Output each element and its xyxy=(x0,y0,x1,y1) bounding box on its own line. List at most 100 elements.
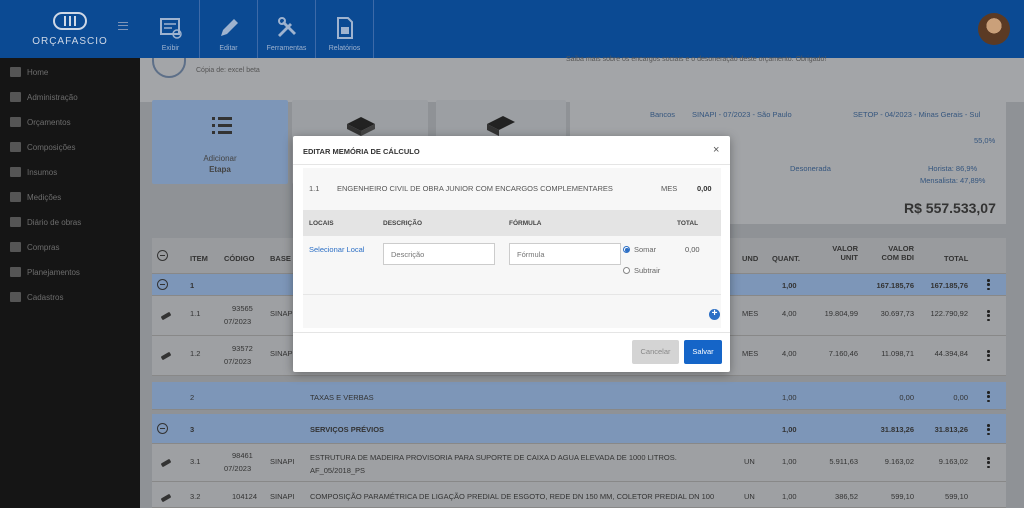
table-row[interactable]: 3.1 98461 07/2023 SINAPI ESTRUTURA DE MA… xyxy=(152,444,1006,482)
row-quant: 4,00 xyxy=(782,309,797,318)
sidebar-item-composicoes[interactable]: Composições xyxy=(10,142,75,152)
sidebar-item-diario[interactable]: Diário de obras xyxy=(10,217,81,227)
row-menu-icon[interactable] xyxy=(987,350,990,361)
table-row[interactable]: 2 TAXAS E VERBAS 1,00 0,00 0,00 xyxy=(152,382,1006,410)
radio-subtrair-label: Subtrair xyxy=(634,266,661,275)
select-local-link[interactable]: Selecionar Local xyxy=(309,245,364,254)
toolbar-reports-button[interactable]: Relatórios xyxy=(316,0,374,58)
row-menu-icon[interactable] xyxy=(987,391,990,402)
row-menu-icon[interactable] xyxy=(987,279,990,290)
row-vbdi: 31.813,26 xyxy=(880,425,914,434)
row-menu-icon[interactable] xyxy=(987,457,990,468)
col-base: BASE xyxy=(270,254,291,263)
edit-row-icon[interactable] xyxy=(160,351,172,361)
row-item: 2 xyxy=(190,393,195,402)
toolbar-edit-button[interactable]: Editar xyxy=(200,0,258,58)
sidebar-item-planejamentos[interactable]: Planejamentos xyxy=(10,267,80,277)
add-stage-card[interactable]: Adicionar Etapa xyxy=(152,100,288,184)
row-menu-icon[interactable] xyxy=(987,424,990,435)
row-vbdi: 9.163,02 xyxy=(884,457,914,466)
row-vbdi: 0,00 xyxy=(899,393,914,402)
memory-table-header: LOCAIS DESCRIÇÃO FÓRMULA TOTAL xyxy=(303,210,721,236)
formula-input[interactable] xyxy=(509,243,621,265)
row-codigo[interactable]: 104124 xyxy=(232,492,257,501)
pencil-icon xyxy=(220,19,238,36)
table-row[interactable]: 3.2 104124 SINAPI COMPOSIÇÃO PARAMÉTRICA… xyxy=(152,482,1006,508)
item-value: 0,00 xyxy=(697,184,712,193)
sidebar-item-insumos[interactable]: Insumos xyxy=(10,167,57,177)
sidebar-item-home[interactable]: Home xyxy=(10,67,48,77)
toolbar-tools-button[interactable]: Ferramentas xyxy=(258,0,316,58)
edit-row-icon[interactable] xyxy=(160,493,172,503)
row-total: 0,00 xyxy=(953,393,968,402)
row-codigo-date: 07/2023 xyxy=(224,317,252,326)
add-stage-sub: Etapa xyxy=(209,165,231,174)
sidebar-item-label: Insumos xyxy=(27,167,58,177)
sidebar-item-medicoes[interactable]: Medições xyxy=(10,192,61,202)
sidebar-item-label: Composições xyxy=(27,142,76,152)
row-base: SINAPI xyxy=(270,492,295,501)
memory-divider xyxy=(303,294,721,295)
row-base: SINAPI xyxy=(270,457,295,466)
col-valor-unit: VALOR UNIT xyxy=(832,244,858,262)
col-valor-bdi: VALOR COM BDI xyxy=(881,244,915,262)
cancel-button[interactable]: Cancelar xyxy=(632,340,679,364)
item-description: ENGENHEIRO CIVIL DE OBRA JUNIOR COM ENCA… xyxy=(337,184,613,193)
radio-unchecked-icon xyxy=(623,267,630,274)
toolbar-display-button[interactable]: Exibir xyxy=(142,0,200,58)
logo-text: ORÇAFASCIO xyxy=(32,35,108,47)
sidebar-item-compras[interactable]: Compras xyxy=(10,242,59,252)
inputs-icon xyxy=(10,167,21,177)
user-avatar[interactable] xyxy=(978,13,1010,45)
page-header: Cópia de: excel beta Saiba mais sobre os… xyxy=(140,56,1024,102)
row-total: 31.813,26 xyxy=(934,425,968,434)
row-codigo[interactable]: 98461 xyxy=(232,451,253,460)
menu-toggle-icon[interactable] xyxy=(118,22,128,30)
modal-title: EDITAR MEMÓRIA DE CÁLCULO xyxy=(303,147,420,156)
horista-value: Horista: 86,9% xyxy=(928,164,978,173)
row-vbdi: 167.185,76 xyxy=(876,281,914,290)
radio-checked-icon xyxy=(623,246,630,253)
table-row[interactable]: 3 SERVIÇOS PRÉVIOS 1,00 31.813,26 31.813… xyxy=(152,414,1006,444)
sidebar-item-orcamentos[interactable]: Orçamentos xyxy=(10,117,71,127)
add-line-icon[interactable]: + xyxy=(709,309,720,320)
row-codigo[interactable]: 93565 xyxy=(232,304,253,313)
row-quant: 1,00 xyxy=(782,281,797,290)
display-icon xyxy=(159,18,182,39)
edit-row-icon[interactable] xyxy=(160,458,172,468)
banco-setop: SETOP - 04/2023 - Minas Gerais - Sul xyxy=(853,110,981,119)
collapse-stage-icon[interactable] xyxy=(157,423,168,434)
row-codigo[interactable]: 93572 xyxy=(232,344,253,353)
save-button[interactable]: Salvar xyxy=(684,340,722,364)
logo-mark-icon xyxy=(53,11,87,30)
row-desc: TAXAS E VERBAS xyxy=(310,393,374,402)
add-stage-label: Adicionar xyxy=(203,154,237,163)
row-total: 599,10 xyxy=(945,492,968,501)
budget-icon xyxy=(152,58,186,78)
row-vunit: 5.911,63 xyxy=(829,457,858,466)
sidebar-item-administracao[interactable]: Administração xyxy=(10,92,78,102)
col-quant: QUANT. xyxy=(772,254,800,263)
radio-somar[interactable]: Somar xyxy=(623,245,656,254)
close-icon[interactable]: × xyxy=(713,144,719,156)
modal-body: 1.1 ENGENHEIRO CIVIL DE OBRA JUNIOR COM … xyxy=(303,168,721,328)
calc-memory-modal: EDITAR MEMÓRIA DE CÁLCULO × 1.1 ENGENHEI… xyxy=(293,136,730,372)
collapse-all-icon[interactable] xyxy=(157,250,168,261)
sidebar-item-label: Compras xyxy=(27,242,60,252)
item-unit: MES xyxy=(661,184,678,193)
row-item: 1.2 xyxy=(190,349,201,358)
toolbar-reports-label: Relatórios xyxy=(328,45,361,52)
edit-row-icon[interactable] xyxy=(160,311,172,321)
collapse-stage-icon[interactable] xyxy=(157,279,168,290)
row-base: SINAPI xyxy=(270,349,295,358)
row-quant: 1,00 xyxy=(782,492,797,501)
row-und: UN xyxy=(744,457,755,466)
row-vbdi: 11.098,71 xyxy=(881,349,914,358)
row-desc: SERVIÇOS PRÉVIOS xyxy=(310,425,385,434)
sidebar-item-label: Planejamentos xyxy=(27,267,80,277)
radio-subtrair[interactable]: Subtrair xyxy=(623,266,660,275)
row-desc: ESTRUTURA DE MADEIRA PROVISORIA PARA SUP… xyxy=(310,453,677,475)
description-input[interactable] xyxy=(383,243,495,265)
row-menu-icon[interactable] xyxy=(987,310,990,321)
sidebar-item-cadastros[interactable]: Cadastros xyxy=(10,292,63,302)
